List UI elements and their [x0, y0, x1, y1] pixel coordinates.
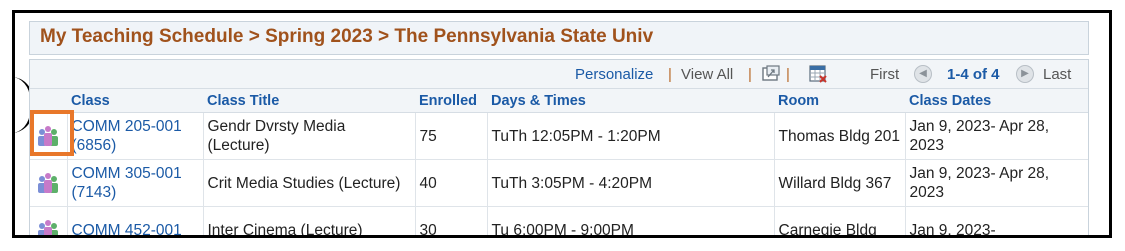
spreadsheet-download-icon[interactable] [809, 65, 827, 83]
toolbar-separator: | [668, 66, 672, 83]
people-group-icon [38, 220, 59, 235]
room-cell: Willard Bldg 367 [773, 159, 905, 207]
table-row: COMM 452-001 Inter Cinema (Lecture) 30 T… [30, 206, 1088, 235]
personalize-link[interactable]: Personalize [575, 66, 653, 83]
class-title-cell: Crit Media Studies (Lecture) [202, 159, 415, 207]
table-row: COMM 205-001 (6856) Gendr Dvrsty Media (… [30, 112, 1088, 160]
enrolled-cell: 40 [414, 159, 487, 207]
page-range-label: 1-4 of 4 [947, 66, 1000, 83]
column-header-icon [30, 89, 67, 113]
schedule-table: Class Class Title Enrolled Days & Times … [30, 89, 1088, 235]
schedule-grid: Personalize | View All | | First ◀ 1-4 o… [29, 59, 1089, 235]
previous-page-icon[interactable]: ◀ [914, 65, 932, 83]
toolbar-separator: | [748, 66, 752, 83]
column-header-class-title[interactable]: Class Title [203, 89, 415, 113]
column-header-days-times[interactable]: Days & Times [487, 89, 774, 113]
roster-button[interactable] [30, 206, 67, 235]
column-header-enrolled[interactable]: Enrolled [415, 89, 487, 113]
first-page-link[interactable]: First [870, 66, 899, 83]
table-row: COMM 305-001 (7143) Crit Media Studies (… [30, 159, 1088, 207]
days-times-cell: TuTh 3:05PM - 4:20PM [486, 159, 774, 207]
class-title-cell: Gendr Dvrsty Media (Lecture) [202, 112, 415, 160]
class-link[interactable]: COMM 452-001 [66, 206, 203, 235]
grid-nav-bar: Personalize | View All | | First ◀ 1-4 o… [30, 60, 1088, 89]
screenshot-frame: My Teaching Schedule > Spring 2023 > The… [12, 10, 1112, 238]
class-dates-cell: Jan 9, 2023- Apr 28, 2023 [904, 112, 1088, 160]
people-group-icon [38, 126, 59, 146]
toolbar-separator: | [786, 66, 790, 83]
roster-button[interactable] [30, 112, 67, 160]
room-cell: Carnegie Bldg [773, 206, 905, 235]
last-page-link[interactable]: Last [1043, 66, 1071, 83]
class-title-cell: Inter Cinema (Lecture) [202, 206, 415, 235]
column-header-class[interactable]: Class [67, 89, 203, 113]
people-group-icon [38, 173, 59, 193]
column-header-room[interactable]: Room [774, 89, 905, 113]
days-times-cell: TuTh 12:05PM - 1:20PM [486, 112, 774, 160]
class-link[interactable]: COMM 305-001 (7143) [66, 159, 203, 207]
popup-window-icon[interactable] [762, 65, 780, 81]
page-title: My Teaching Schedule > Spring 2023 > The… [29, 21, 1089, 55]
next-page-icon[interactable]: ▶ [1016, 65, 1034, 83]
table-header-row: Class Class Title Enrolled Days & Times … [30, 89, 1088, 113]
column-header-class-dates[interactable]: Class Dates [905, 89, 1088, 113]
days-times-cell: Tu 6:00PM - 9:00PM [486, 206, 774, 235]
class-dates-cell: Jan 9, 2023- [904, 206, 1088, 235]
room-cell: Thomas Bldg 201 [773, 112, 905, 160]
enrolled-cell: 30 [414, 206, 487, 235]
class-dates-cell: Jan 9, 2023- Apr 28, 2023 [904, 159, 1088, 207]
roster-button[interactable] [30, 159, 67, 207]
view-all-link[interactable]: View All [681, 66, 733, 83]
enrolled-cell: 75 [414, 112, 487, 160]
class-link[interactable]: COMM 205-001 (6856) [66, 112, 203, 160]
